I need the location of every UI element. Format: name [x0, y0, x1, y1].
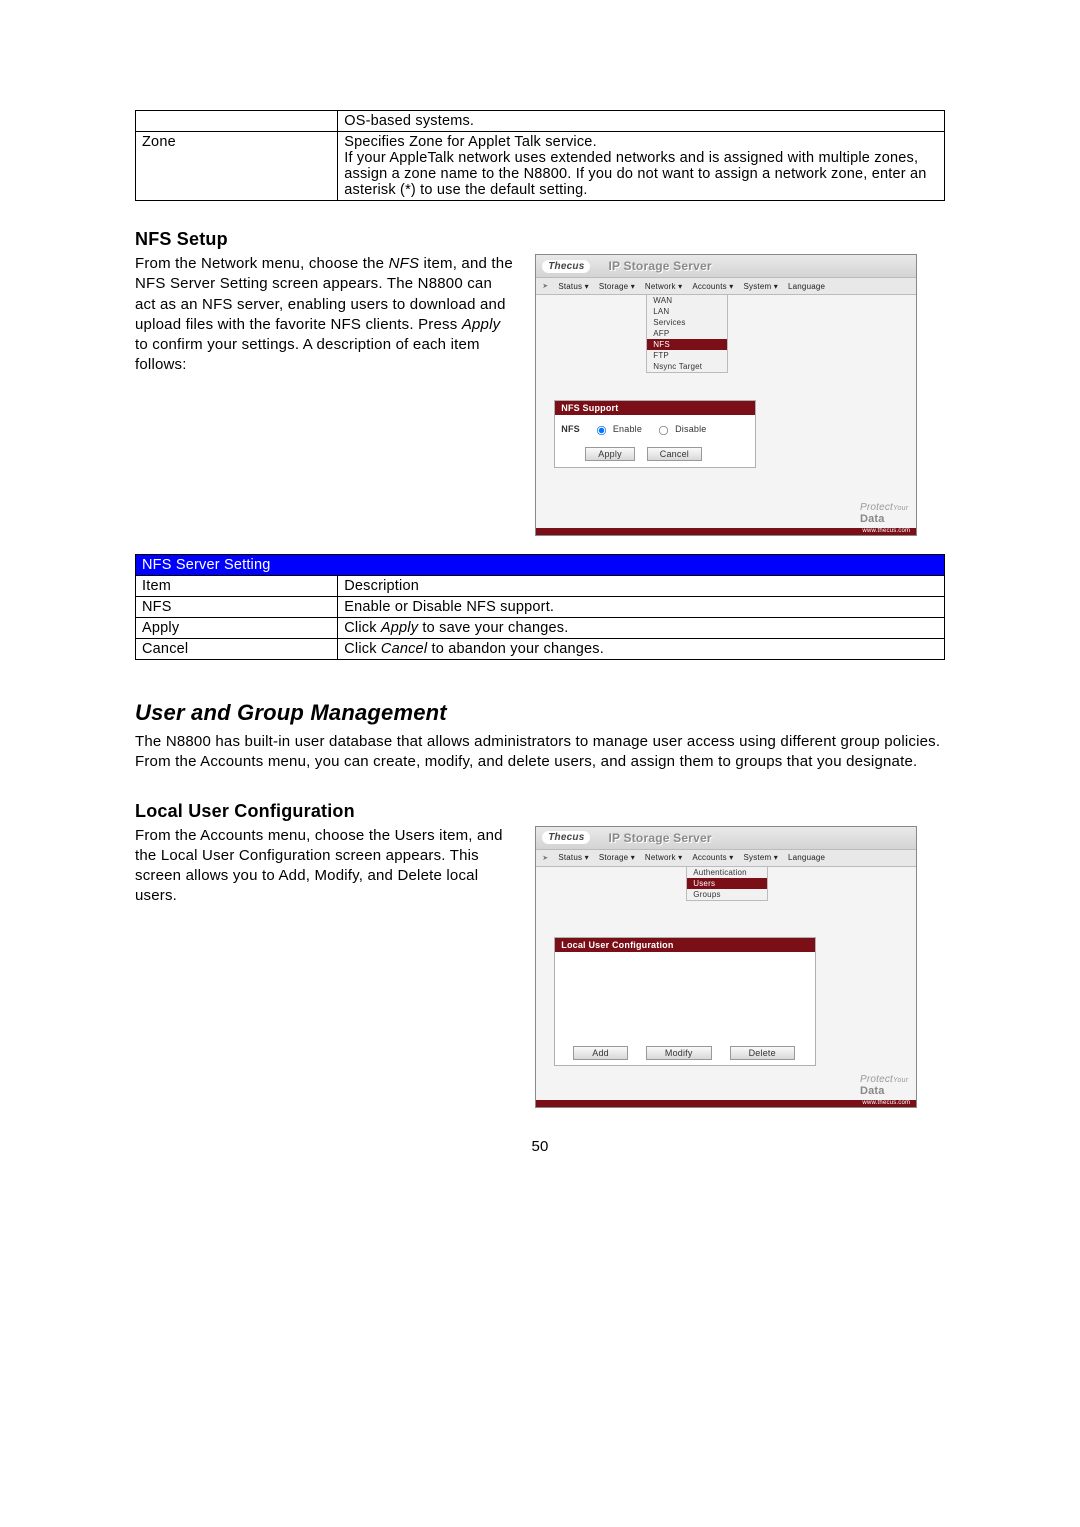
- cell: Description: [338, 576, 945, 597]
- menu-system[interactable]: System ▾: [743, 853, 778, 862]
- text: From the Network menu, choose the: [135, 255, 389, 272]
- menu-storage[interactable]: Storage ▾: [599, 282, 635, 291]
- accounts-submenu: Authentication Users Groups: [686, 866, 768, 901]
- protect-tagline: ProtectYourData: [860, 502, 908, 525]
- submenu-groups[interactable]: Groups: [687, 889, 767, 900]
- text: to confirm your settings. A description …: [135, 336, 480, 373]
- menu-language[interactable]: Language: [788, 853, 825, 862]
- main-menu: ➤ Status ▾ Storage ▾ Network ▾ Accounts …: [536, 277, 916, 295]
- menu-network[interactable]: Network ▾: [645, 853, 682, 862]
- text-em: NFS: [389, 255, 420, 272]
- submenu-lan[interactable]: LAN: [647, 306, 727, 317]
- ugm-paragraph: The N8800 has built-in user database tha…: [135, 732, 945, 773]
- protect-tagline: ProtectYourData: [860, 1074, 908, 1097]
- menu-language[interactable]: Language: [788, 282, 825, 291]
- nfs-support-panel: NFS Support NFS Enable Disable Apply Can…: [554, 400, 756, 468]
- cell: Cancel: [136, 639, 338, 660]
- cell: Apply: [136, 618, 338, 639]
- menu-system[interactable]: System ▾: [743, 282, 778, 291]
- network-submenu: WAN LAN Services AFP NFS FTP Nsync Targe…: [646, 294, 728, 373]
- cell: Specifies Zone for Applet Talk service. …: [338, 132, 945, 201]
- modify-button[interactable]: Modify: [646, 1046, 712, 1060]
- cancel-button[interactable]: Cancel: [647, 447, 702, 461]
- local-user-panel: Local User Configuration Add Modify Dele…: [554, 937, 816, 1066]
- panel-header: NFS Support: [555, 401, 755, 415]
- submenu-nfs[interactable]: NFS: [647, 339, 727, 350]
- main-menu: ➤ Status ▾ Storage ▾ Network ▾ Accounts …: [536, 849, 916, 867]
- cell: NFS: [136, 597, 338, 618]
- cell: Zone: [136, 132, 338, 201]
- add-button[interactable]: Add: [573, 1046, 628, 1060]
- submenu-afp[interactable]: AFP: [647, 328, 727, 339]
- local-user-config-heading: Local User Configuration: [135, 801, 945, 822]
- logo: Thecus: [542, 260, 590, 273]
- delete-button[interactable]: Delete: [730, 1046, 795, 1060]
- footer-bar: www.thecus.com: [536, 1100, 916, 1107]
- cell: Enable or Disable NFS support.: [338, 597, 945, 618]
- cell: OS-based systems.: [338, 111, 945, 132]
- row-label: NFS: [561, 424, 580, 434]
- cell: Item: [136, 576, 338, 597]
- submenu-nsync[interactable]: Nsync Target: [647, 361, 727, 372]
- menu-accounts[interactable]: Accounts ▾: [692, 853, 733, 862]
- menu-storage[interactable]: Storage ▾: [599, 853, 635, 862]
- menu-accounts[interactable]: Accounts ▾: [692, 282, 733, 291]
- user-group-mgmt-heading: User and Group Management: [135, 700, 945, 726]
- luc-paragraph: From the Accounts menu, choose the Users…: [135, 826, 513, 907]
- submenu-services[interactable]: Services: [647, 317, 727, 328]
- radio-disable[interactable]: Disable: [652, 421, 706, 437]
- logo: Thecus: [542, 831, 590, 844]
- nfs-server-setting-table: NFS Server Setting Item Description NFS …: [135, 554, 945, 660]
- nfs-setup-heading: NFS Setup: [135, 229, 945, 250]
- submenu-wan[interactable]: WAN: [647, 295, 727, 306]
- submenu-ftp[interactable]: FTP: [647, 350, 727, 361]
- radio-enable[interactable]: Enable: [590, 421, 642, 437]
- menu-status[interactable]: Status ▾: [558, 853, 589, 862]
- apply-button[interactable]: Apply: [585, 447, 635, 461]
- user-list[interactable]: [555, 952, 815, 1042]
- screenshot-local-user: Thecus IP Storage Server ➤ Status ▾ Stor…: [535, 826, 917, 1108]
- menu-status[interactable]: Status ▾: [558, 282, 589, 291]
- window-title: IP Storage Server: [608, 259, 711, 273]
- appletalk-table: OS-based systems. Zone Specifies Zone fo…: [135, 110, 945, 201]
- cell: Click Apply to save your changes.: [338, 618, 945, 639]
- panel-header: Local User Configuration: [555, 938, 815, 952]
- submenu-authentication[interactable]: Authentication: [687, 867, 767, 878]
- screenshot-nfs: Thecus IP Storage Server ➤ Status ▾ Stor…: [535, 254, 917, 536]
- menu-network[interactable]: Network ▾: [645, 282, 682, 291]
- page-number: 50: [135, 1138, 945, 1155]
- footer-bar: www.thecus.com: [536, 528, 916, 535]
- table-header: NFS Server Setting: [136, 555, 945, 576]
- text-em: Apply: [462, 316, 501, 333]
- submenu-users[interactable]: Users: [687, 878, 767, 889]
- cell: Click Cancel to abandon your changes.: [338, 639, 945, 660]
- window-title: IP Storage Server: [608, 831, 711, 845]
- nfs-paragraph: From the Network menu, choose the NFS it…: [135, 254, 513, 376]
